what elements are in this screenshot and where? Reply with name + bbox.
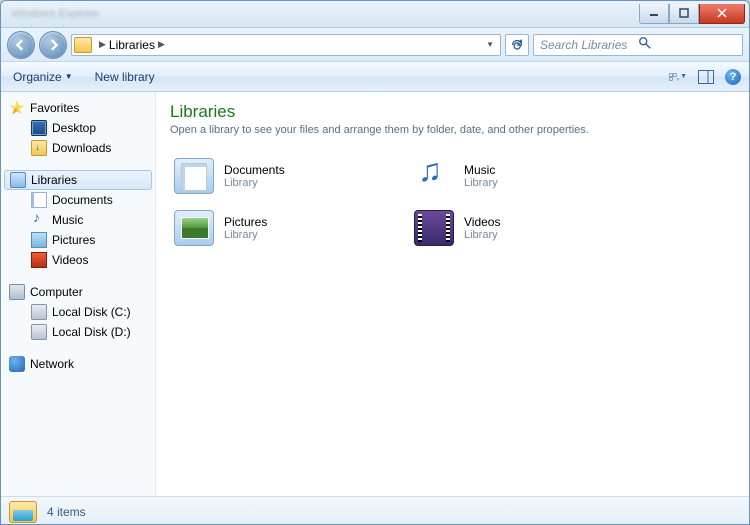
pictures-icon — [174, 210, 214, 246]
computer-group: Computer Local Disk (C:) Local Disk (D:) — [1, 282, 155, 342]
search-icon — [638, 36, 736, 53]
new-library-button[interactable]: New library — [91, 67, 159, 87]
minimize-button[interactable] — [639, 4, 669, 24]
command-bar: Organize▼ New library ▼ ? — [1, 62, 749, 92]
disk-icon — [31, 304, 47, 320]
disk-icon — [31, 324, 47, 340]
address-bar[interactable]: ▶ Libraries ▶ ▼ — [71, 34, 501, 56]
page-subtitle: Open a library to see your files and arr… — [170, 124, 735, 136]
sidebar-item-disk-c[interactable]: Local Disk (C:) — [1, 302, 155, 322]
sidebar-item-desktop[interactable]: Desktop — [1, 118, 155, 138]
sidebar-item-favorites[interactable]: Favorites — [1, 98, 155, 118]
preview-pane-button[interactable] — [697, 68, 715, 86]
music-icon — [414, 158, 454, 194]
music-icon — [31, 212, 47, 228]
organize-button[interactable]: Organize▼ — [9, 67, 77, 87]
maximize-button[interactable] — [669, 4, 699, 24]
sidebar-item-network[interactable]: Network — [1, 354, 155, 374]
navigation-pane[interactable]: Favorites Desktop Downloads Libraries Do… — [1, 92, 156, 496]
sidebar-item-pictures[interactable]: Pictures — [1, 230, 155, 250]
videos-icon — [31, 252, 47, 268]
library-item-pictures[interactable]: PicturesLibrary — [170, 206, 390, 250]
back-button[interactable] — [7, 31, 35, 59]
network-group: Network — [1, 354, 155, 374]
window-title: Windows Explorer — [11, 8, 100, 20]
close-button[interactable] — [699, 4, 745, 24]
sidebar-item-videos[interactable]: Videos — [1, 250, 155, 270]
libraries-icon — [10, 172, 26, 188]
computer-icon — [9, 284, 25, 300]
search-input[interactable]: Search Libraries — [533, 34, 743, 56]
documents-icon — [174, 158, 214, 194]
sidebar-item-libraries[interactable]: Libraries — [4, 170, 152, 190]
explorer-window: Windows Explorer ▶ Libraries ▶ ▼ Search … — [0, 0, 750, 525]
chevron-down-icon: ▼ — [680, 73, 687, 80]
search-placeholder: Search Libraries — [540, 38, 638, 52]
address-dropdown-icon[interactable]: ▼ — [482, 40, 498, 49]
titlebar[interactable]: Windows Explorer — [1, 1, 749, 28]
sidebar-item-disk-d[interactable]: Local Disk (D:) — [1, 322, 155, 342]
library-grid: DocumentsLibrary MusicLibrary PicturesLi… — [170, 154, 735, 250]
chevron-down-icon: ▼ — [65, 72, 73, 81]
pictures-icon — [31, 232, 47, 248]
documents-icon — [31, 192, 47, 208]
refresh-button[interactable] — [505, 34, 529, 56]
desktop-icon — [31, 120, 47, 136]
chevron-right-icon[interactable]: ▶ — [99, 39, 106, 50]
library-item-music[interactable]: MusicLibrary — [410, 154, 630, 198]
content-pane[interactable]: Libraries Open a library to see your fil… — [156, 92, 749, 496]
videos-icon — [414, 210, 454, 246]
network-icon — [9, 356, 25, 372]
status-text: 4 items — [47, 505, 86, 519]
chevron-right-icon[interactable]: ▶ — [158, 39, 165, 50]
favorites-group: Favorites Desktop Downloads — [1, 98, 155, 158]
star-icon — [9, 100, 25, 116]
help-button[interactable]: ? — [725, 69, 741, 85]
downloads-icon — [31, 140, 47, 156]
sidebar-item-downloads[interactable]: Downloads — [1, 138, 155, 158]
sidebar-item-documents[interactable]: Documents — [1, 190, 155, 210]
library-item-documents[interactable]: DocumentsLibrary — [170, 154, 390, 198]
address-segment[interactable]: Libraries — [109, 38, 155, 52]
library-item-videos[interactable]: VideosLibrary — [410, 206, 630, 250]
page-title: Libraries — [170, 102, 735, 122]
sidebar-item-computer[interactable]: Computer — [1, 282, 155, 302]
sidebar-item-music[interactable]: Music — [1, 210, 155, 230]
libraries-icon — [9, 501, 37, 523]
details-pane: 4 items — [1, 496, 749, 525]
forward-button[interactable] — [39, 31, 67, 59]
view-options-button[interactable]: ▼ — [669, 68, 687, 86]
folder-icon — [74, 37, 92, 53]
libraries-group: Libraries Documents Music Pictures Video… — [1, 170, 155, 270]
nav-toolbar: ▶ Libraries ▶ ▼ Search Libraries — [1, 28, 749, 62]
